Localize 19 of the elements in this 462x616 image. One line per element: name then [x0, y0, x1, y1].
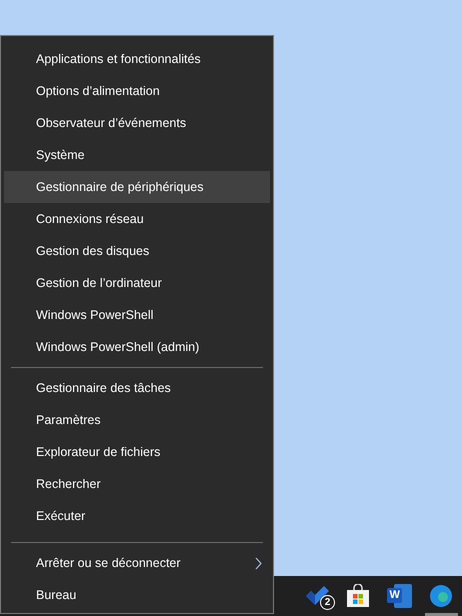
menu-item[interactable]: Observateur d’événements [4, 107, 270, 139]
menu-item[interactable]: Options d’alimentation [4, 75, 270, 107]
menu-item[interactable]: Bureau [4, 579, 270, 611]
menu-item[interactable]: Gestion des disques [4, 235, 270, 267]
menu-item[interactable]: Applications et fonctionnalités [4, 43, 270, 75]
menu-item[interactable]: Rechercher [4, 468, 270, 500]
menu-item[interactable]: Exécuter [4, 500, 270, 532]
menu-item[interactable]: Gestionnaire de périphériques [4, 171, 270, 203]
menu-item[interactable]: Paramètres [4, 404, 270, 436]
notification-badge: 2 [320, 595, 335, 610]
menu-item[interactable]: Windows PowerShell (admin) [4, 331, 270, 363]
menu-item[interactable]: Explorateur de fichiers [4, 436, 270, 468]
menu-item[interactable]: Arrêter ou se déconnecter [4, 547, 270, 579]
menu-item[interactable]: Système [4, 139, 270, 171]
menu-item[interactable]: Connexions réseau [4, 203, 270, 235]
menu-item[interactable]: Gestion de l’ordinateur [4, 267, 270, 299]
menu-item[interactable]: Windows PowerShell [4, 299, 270, 331]
store-icon[interactable] [346, 584, 370, 608]
menu-item[interactable]: Gestionnaire des tâches [4, 372, 270, 404]
